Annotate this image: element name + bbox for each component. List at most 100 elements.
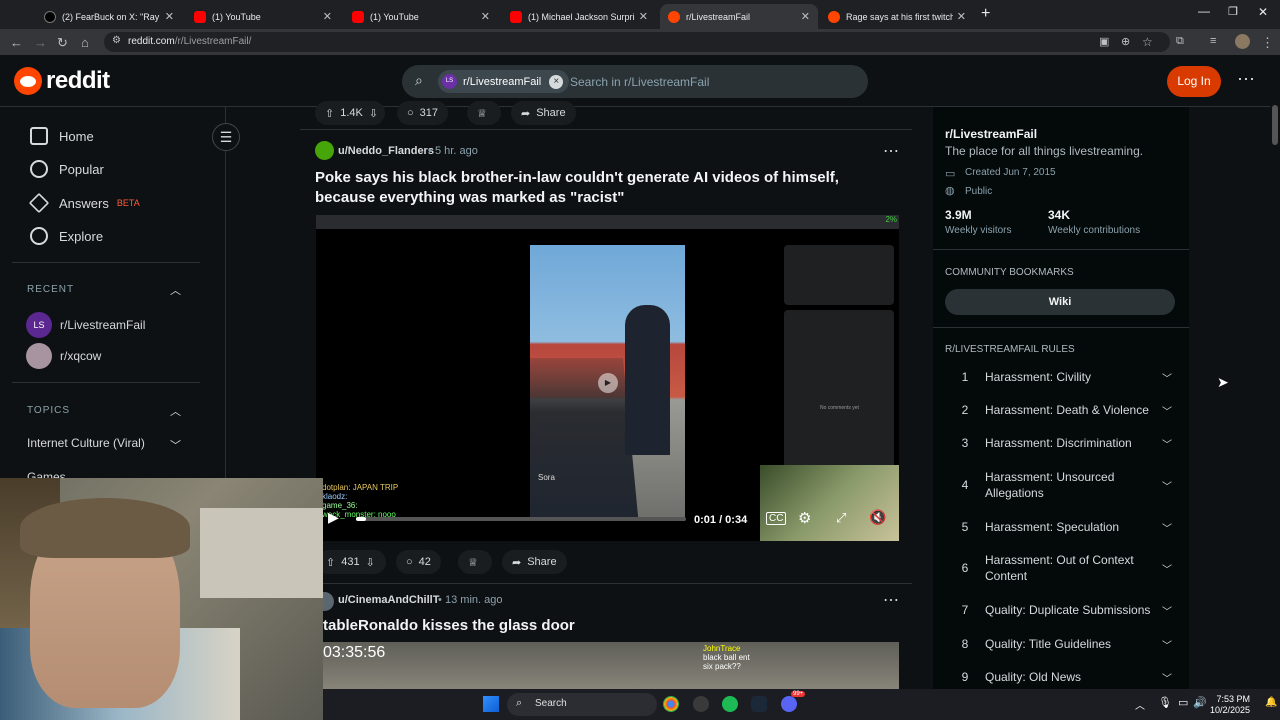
- search-bar[interactable]: ⌕ LS r/LivestreamFail × Search in r/Live…: [402, 65, 868, 98]
- steam-icon[interactable]: [751, 696, 767, 712]
- upvote-icon[interactable]: ⇧: [325, 107, 334, 120]
- app-icon[interactable]: [693, 696, 709, 712]
- rule-item[interactable]: 7 Quality: Duplicate Submissions ﹀: [945, 602, 1177, 618]
- rule-item[interactable]: 8 Quality: Title Guidelines ﹀: [945, 636, 1177, 652]
- rule-item[interactable]: 5 Harassment: Speculation ﹀: [945, 519, 1177, 535]
- vote-bar[interactable]: ⇧ 431 ⇩: [316, 550, 386, 574]
- browser-menu-icon[interactable]: ⋮: [1261, 35, 1274, 51]
- sidebar-item-answers[interactable]: Answers BETA: [28, 192, 140, 214]
- clear-chip-icon[interactable]: ×: [549, 74, 564, 89]
- play-overlay-icon[interactable]: ▶: [598, 373, 618, 393]
- screenshot-icon[interactable]: ▣: [1099, 35, 1109, 48]
- play-icon[interactable]: ▶: [328, 509, 339, 526]
- settings-gear-icon[interactable]: ⚙: [798, 509, 811, 527]
- new-tab-icon[interactable]: +: [981, 5, 990, 23]
- page-scrollbar[interactable]: [1270, 55, 1280, 689]
- chevron-down-icon[interactable]: ﹀: [1157, 403, 1177, 418]
- browser-tab-active[interactable]: r/LivestreamFail ✕: [660, 4, 818, 29]
- subreddit-chip[interactable]: LS r/LivestreamFail ×: [438, 70, 570, 93]
- video-seek-bar[interactable]: [356, 517, 686, 521]
- login-button[interactable]: Log In: [1167, 66, 1221, 97]
- post-author[interactable]: u/Neddo_Flanders: [338, 145, 434, 157]
- system-clock[interactable]: 7:53 PM 10/2/2025: [1210, 694, 1250, 716]
- rule-item[interactable]: 2 Harassment: Death & Violence ﹀: [945, 402, 1177, 418]
- network-icon[interactable]: ▭: [1178, 696, 1188, 709]
- windows-start-icon[interactable]: [483, 696, 499, 712]
- chevron-down-icon[interactable]: ﹀: [1157, 603, 1177, 618]
- chevron-up-icon[interactable]: ︿: [170, 282, 181, 298]
- media-icon[interactable]: ≡: [1210, 35, 1216, 47]
- chevron-down-icon[interactable]: ﹀: [1157, 670, 1177, 685]
- browser-tab[interactable]: (1) YouTube ✕: [344, 4, 498, 29]
- post-media[interactable]: 03:35:56 JohnTrace black ball ent six pa…: [323, 642, 899, 692]
- chevron-down-icon[interactable]: ﹀: [170, 437, 181, 453]
- downvote-icon[interactable]: ⇩: [369, 107, 378, 120]
- extensions-icon[interactable]: ⧉: [1176, 35, 1184, 48]
- comments-button[interactable]: ○ 317: [397, 101, 449, 125]
- sidebar-item-popular[interactable]: Popular: [30, 160, 104, 178]
- zoom-icon[interactable]: ⊕: [1121, 35, 1130, 48]
- close-icon[interactable]: ✕: [639, 10, 648, 23]
- close-icon[interactable]: ✕: [801, 10, 810, 23]
- chevron-down-icon[interactable]: ﹀: [1157, 561, 1177, 576]
- upvote-icon[interactable]: ⇧: [326, 556, 335, 569]
- close-icon[interactable]: ✕: [957, 10, 966, 23]
- post-title[interactable]: Poke says his black brother-in-law could…: [315, 168, 895, 208]
- volume-icon[interactable]: 🔇: [869, 509, 886, 526]
- chrome-icon[interactable]: [663, 696, 679, 712]
- browser-tab[interactable]: (1) YouTube ✕: [186, 4, 340, 29]
- rule-item[interactable]: 1 Harassment: Civility ﹀: [945, 369, 1177, 385]
- chevron-up-icon[interactable]: ︿: [170, 403, 181, 419]
- minimize-icon[interactable]: —: [1198, 4, 1210, 18]
- comments-button[interactable]: ○ 42: [396, 550, 441, 574]
- back-icon[interactable]: ←: [10, 35, 23, 50]
- sidebar-item-home[interactable]: Home: [30, 127, 94, 145]
- close-icon[interactable]: ✕: [323, 10, 332, 23]
- close-icon[interactable]: ✕: [165, 10, 174, 23]
- rule-item[interactable]: 6 Harassment: Out of Context Content ﹀: [945, 552, 1177, 584]
- captions-icon[interactable]: CC: [766, 512, 787, 525]
- search-placeholder[interactable]: Search in r/LivestreamFail: [570, 75, 709, 89]
- avatar[interactable]: [315, 141, 334, 160]
- reddit-logo[interactable]: reddit: [14, 67, 110, 95]
- chevron-down-icon[interactable]: ﹀: [1157, 370, 1177, 385]
- fullscreen-icon[interactable]: ⤢: [836, 510, 846, 526]
- home-icon[interactable]: ⌂: [81, 35, 89, 50]
- scrollbar-thumb[interactable]: [1272, 105, 1278, 145]
- award-button[interactable]: ♕: [458, 550, 492, 574]
- post-options-icon[interactable]: ⋯: [883, 590, 899, 610]
- share-button[interactable]: ➦ Share: [511, 101, 576, 125]
- downvote-icon[interactable]: ⇩: [366, 556, 375, 569]
- chevron-down-icon[interactable]: ﹀: [1157, 637, 1177, 652]
- sidebar-item-topic[interactable]: Internet Culture (Viral): [27, 436, 145, 450]
- chevron-down-icon[interactable]: ﹀: [1157, 478, 1177, 493]
- wiki-button[interactable]: Wiki: [945, 289, 1175, 315]
- microphone-icon[interactable]: 🎙: [1158, 696, 1172, 709]
- forward-icon[interactable]: →: [34, 35, 47, 50]
- spotify-icon[interactable]: [722, 696, 738, 712]
- profile-avatar[interactable]: [1235, 34, 1250, 49]
- volume-icon[interactable]: 🔊: [1193, 696, 1207, 709]
- browser-tab[interactable]: (2) FearBuck on X: "Ray J just w ✕: [36, 4, 182, 29]
- sidebar-item-livestreamfail[interactable]: LS r/LivestreamFail: [26, 312, 145, 338]
- tray-chevron-icon[interactable]: ︿: [1135, 697, 1145, 712]
- vote-bar[interactable]: ⇧ 1.4K ⇩: [315, 101, 385, 125]
- sidebar-item-explore[interactable]: Explore: [30, 227, 103, 245]
- share-button[interactable]: ➦ Share: [502, 550, 567, 574]
- taskbar-search[interactable]: ⌕ Search: [507, 693, 657, 716]
- bookmark-star-icon[interactable]: ☆: [1142, 35, 1153, 49]
- more-options-icon[interactable]: ⋯: [1237, 69, 1255, 90]
- sidebar-item-xqcow[interactable]: r/xqcow: [26, 343, 101, 369]
- address-bar[interactable]: ⚙ reddit.com/r/LivestreamFail/: [104, 32, 1170, 52]
- window-close-icon[interactable]: ✕: [1258, 5, 1268, 19]
- notifications-icon[interactable]: 🔔: [1265, 697, 1277, 708]
- award-button[interactable]: ♕: [467, 101, 501, 125]
- chevron-down-icon[interactable]: ﹀: [1157, 436, 1177, 451]
- rule-item[interactable]: 3 Harassment: Discrimination ﹀: [945, 435, 1177, 451]
- site-info-icon[interactable]: ⚙: [112, 35, 121, 46]
- collapse-menu-icon[interactable]: ☰: [212, 123, 240, 151]
- rule-item[interactable]: 9 Quality: Old News ﹀: [945, 669, 1177, 685]
- browser-tab[interactable]: (1) Michael Jackson Surprises Fa ✕: [502, 4, 656, 29]
- post-title[interactable]: tableRonaldo kisses the glass door: [323, 617, 575, 634]
- video-player[interactable]: 2% ▶ Sora No comments yet dotplan: JAPAN…: [316, 215, 899, 541]
